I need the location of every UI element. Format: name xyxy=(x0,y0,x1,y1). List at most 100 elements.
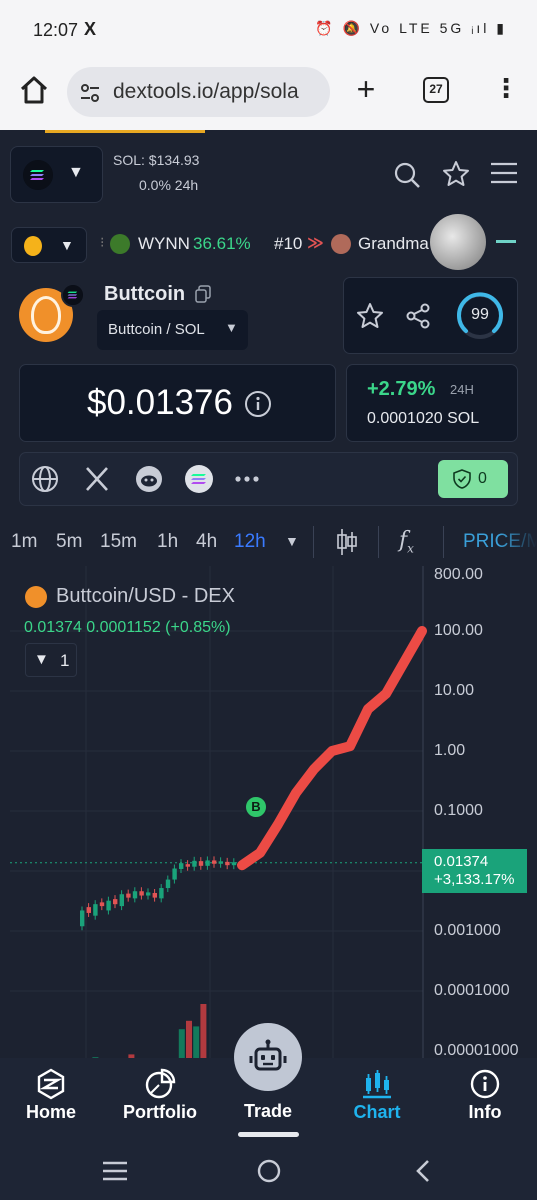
site-settings-icon[interactable] xyxy=(79,82,101,104)
recent-apps-icon[interactable] xyxy=(101,1158,129,1184)
globe-icon[interactable] xyxy=(31,465,59,493)
ticker-item-name[interactable]: Grandma xyxy=(358,234,436,254)
status-time: 12:07 xyxy=(33,20,79,40)
nav-portfolio[interactable]: Portfolio xyxy=(110,1058,210,1142)
buy-marker[interactable]: B xyxy=(244,795,268,819)
back-icon[interactable] xyxy=(410,1158,438,1184)
candle xyxy=(80,910,85,927)
ticker-separator: ⁝ xyxy=(100,234,105,250)
status-indicators: ⏰ 🔕 Vo LTE 5G ᵢıl ▮ xyxy=(315,20,507,36)
browser-toolbar: dextools.io/app/sola + 27 ⋮ xyxy=(0,60,537,130)
chevron-down-icon: ▼ xyxy=(68,164,84,181)
candlestick-chart-icon xyxy=(363,1070,391,1099)
candle xyxy=(218,861,223,864)
divider xyxy=(443,526,444,558)
audit-count: 0 xyxy=(478,470,487,487)
status-bar: 12:07 X ⏰ 🔕 Vo LTE 5G ᵢıl ▮ xyxy=(0,0,537,60)
candle xyxy=(165,879,171,889)
indicators-fx-icon[interactable]: fx xyxy=(399,528,414,555)
candle xyxy=(126,893,131,898)
new-tab-button[interactable]: + xyxy=(351,73,381,105)
candle xyxy=(172,868,177,880)
candle xyxy=(132,891,138,899)
nav-label: Info xyxy=(468,1102,502,1122)
gesture-handle xyxy=(238,1132,299,1137)
x-notification-icon: X xyxy=(84,19,97,39)
address-bar[interactable]: dextools.io/app/sola xyxy=(67,67,330,117)
browser-menu-icon[interactable]: ⋮ xyxy=(493,74,519,104)
price-panel: $0.01376 xyxy=(19,364,336,442)
social-links: 0 xyxy=(19,452,518,506)
candle xyxy=(159,888,164,899)
last-price-tag: 0.01374 +3,133.17% xyxy=(422,849,527,893)
shield-check-icon xyxy=(453,469,471,489)
tf-5m[interactable]: 5m xyxy=(56,531,82,553)
tab-switcher-button[interactable]: 27 xyxy=(423,77,449,103)
candle xyxy=(139,891,144,896)
solana-icon xyxy=(23,160,53,190)
pair-selector[interactable]: Buttcoin / SOL ▼ xyxy=(97,310,248,350)
candle xyxy=(179,863,184,869)
reddit-icon[interactable] xyxy=(135,465,163,493)
chain-selector[interactable]: ▼ xyxy=(10,146,103,203)
candle xyxy=(106,900,111,911)
nav-home[interactable]: Home xyxy=(1,1058,101,1142)
tf-4h[interactable]: 4h xyxy=(196,531,217,553)
candle xyxy=(205,860,210,866)
nav-label: Home xyxy=(25,1102,76,1122)
price-chart[interactable]: Buttcoin/USD - DEX 0.01374 0.0001152 (+0… xyxy=(10,566,537,1060)
share-icon[interactable] xyxy=(405,303,431,329)
price-in-sol: 0.0001020 SOL xyxy=(367,410,480,427)
x-icon[interactable] xyxy=(83,465,111,493)
candlestick-icon[interactable] xyxy=(335,527,359,557)
favorites-star-icon[interactable] xyxy=(441,159,471,189)
y-tick-label: 10.00 xyxy=(434,682,475,699)
pie-chart-icon xyxy=(145,1068,176,1099)
search-icon[interactable] xyxy=(392,160,422,190)
info-icon xyxy=(470,1069,500,1099)
volume-bar xyxy=(178,1029,185,1060)
indicator-collapse-button[interactable]: ▼ 1 xyxy=(25,643,77,677)
floating-avatar[interactable] xyxy=(430,214,486,270)
tf-1h[interactable]: 1h xyxy=(157,531,178,553)
tf-12h[interactable]: 12h xyxy=(234,531,266,553)
chevron-down-icon: ▼ xyxy=(34,651,49,668)
trade-bot-button[interactable] xyxy=(234,1023,302,1091)
candle xyxy=(119,894,124,907)
audit-button[interactable]: 0 xyxy=(438,460,508,498)
tf-1m[interactable]: 1m xyxy=(11,531,37,553)
ticker-indicator xyxy=(496,240,516,243)
double-chevron-down-icon: ≫ xyxy=(307,235,324,252)
indicator-count: 1 xyxy=(60,651,70,670)
solana-chain-badge-icon xyxy=(61,283,85,307)
home-icon[interactable] xyxy=(18,74,50,106)
token-actions: 99 xyxy=(343,277,518,354)
last-price: 0.01374 xyxy=(434,853,489,870)
robot-icon xyxy=(249,1039,287,1071)
nav-info[interactable]: Info xyxy=(435,1058,535,1142)
pair-label: Buttcoin / SOL xyxy=(108,321,205,338)
price-change-period: 24H xyxy=(450,382,474,397)
candle xyxy=(146,892,151,896)
ticker-item-name[interactable]: WYNN xyxy=(138,234,190,254)
info-icon[interactable] xyxy=(244,390,272,418)
favorite-star-icon[interactable] xyxy=(355,301,385,331)
hot-pairs-ticker: ▼ ⁝ WYNN 36.61% #10 ≫ Grandma xyxy=(0,214,537,270)
volume-bar xyxy=(200,1004,207,1060)
dextools-logo-icon xyxy=(37,1068,65,1100)
dext-score-value: 99 xyxy=(471,306,489,323)
system-navigation xyxy=(0,1142,537,1200)
hot-pairs-selector[interactable]: ▼ xyxy=(11,227,87,263)
home-circle-icon[interactable] xyxy=(255,1158,283,1184)
sol-price: SOL: $134.93 xyxy=(113,152,200,168)
tf-15m[interactable]: 15m xyxy=(100,531,137,553)
nav-label: Trade xyxy=(243,1101,293,1121)
nav-chart[interactable]: Chart xyxy=(327,1058,427,1142)
hamburger-menu-icon[interactable] xyxy=(490,160,518,186)
candle xyxy=(113,899,118,905)
more-icon[interactable] xyxy=(233,465,261,493)
copy-icon[interactable] xyxy=(195,285,211,303)
y-tick-label: 800.00 xyxy=(434,566,483,583)
solana-icon[interactable] xyxy=(185,465,213,493)
chevron-down-icon[interactable]: ▼ xyxy=(285,533,299,549)
